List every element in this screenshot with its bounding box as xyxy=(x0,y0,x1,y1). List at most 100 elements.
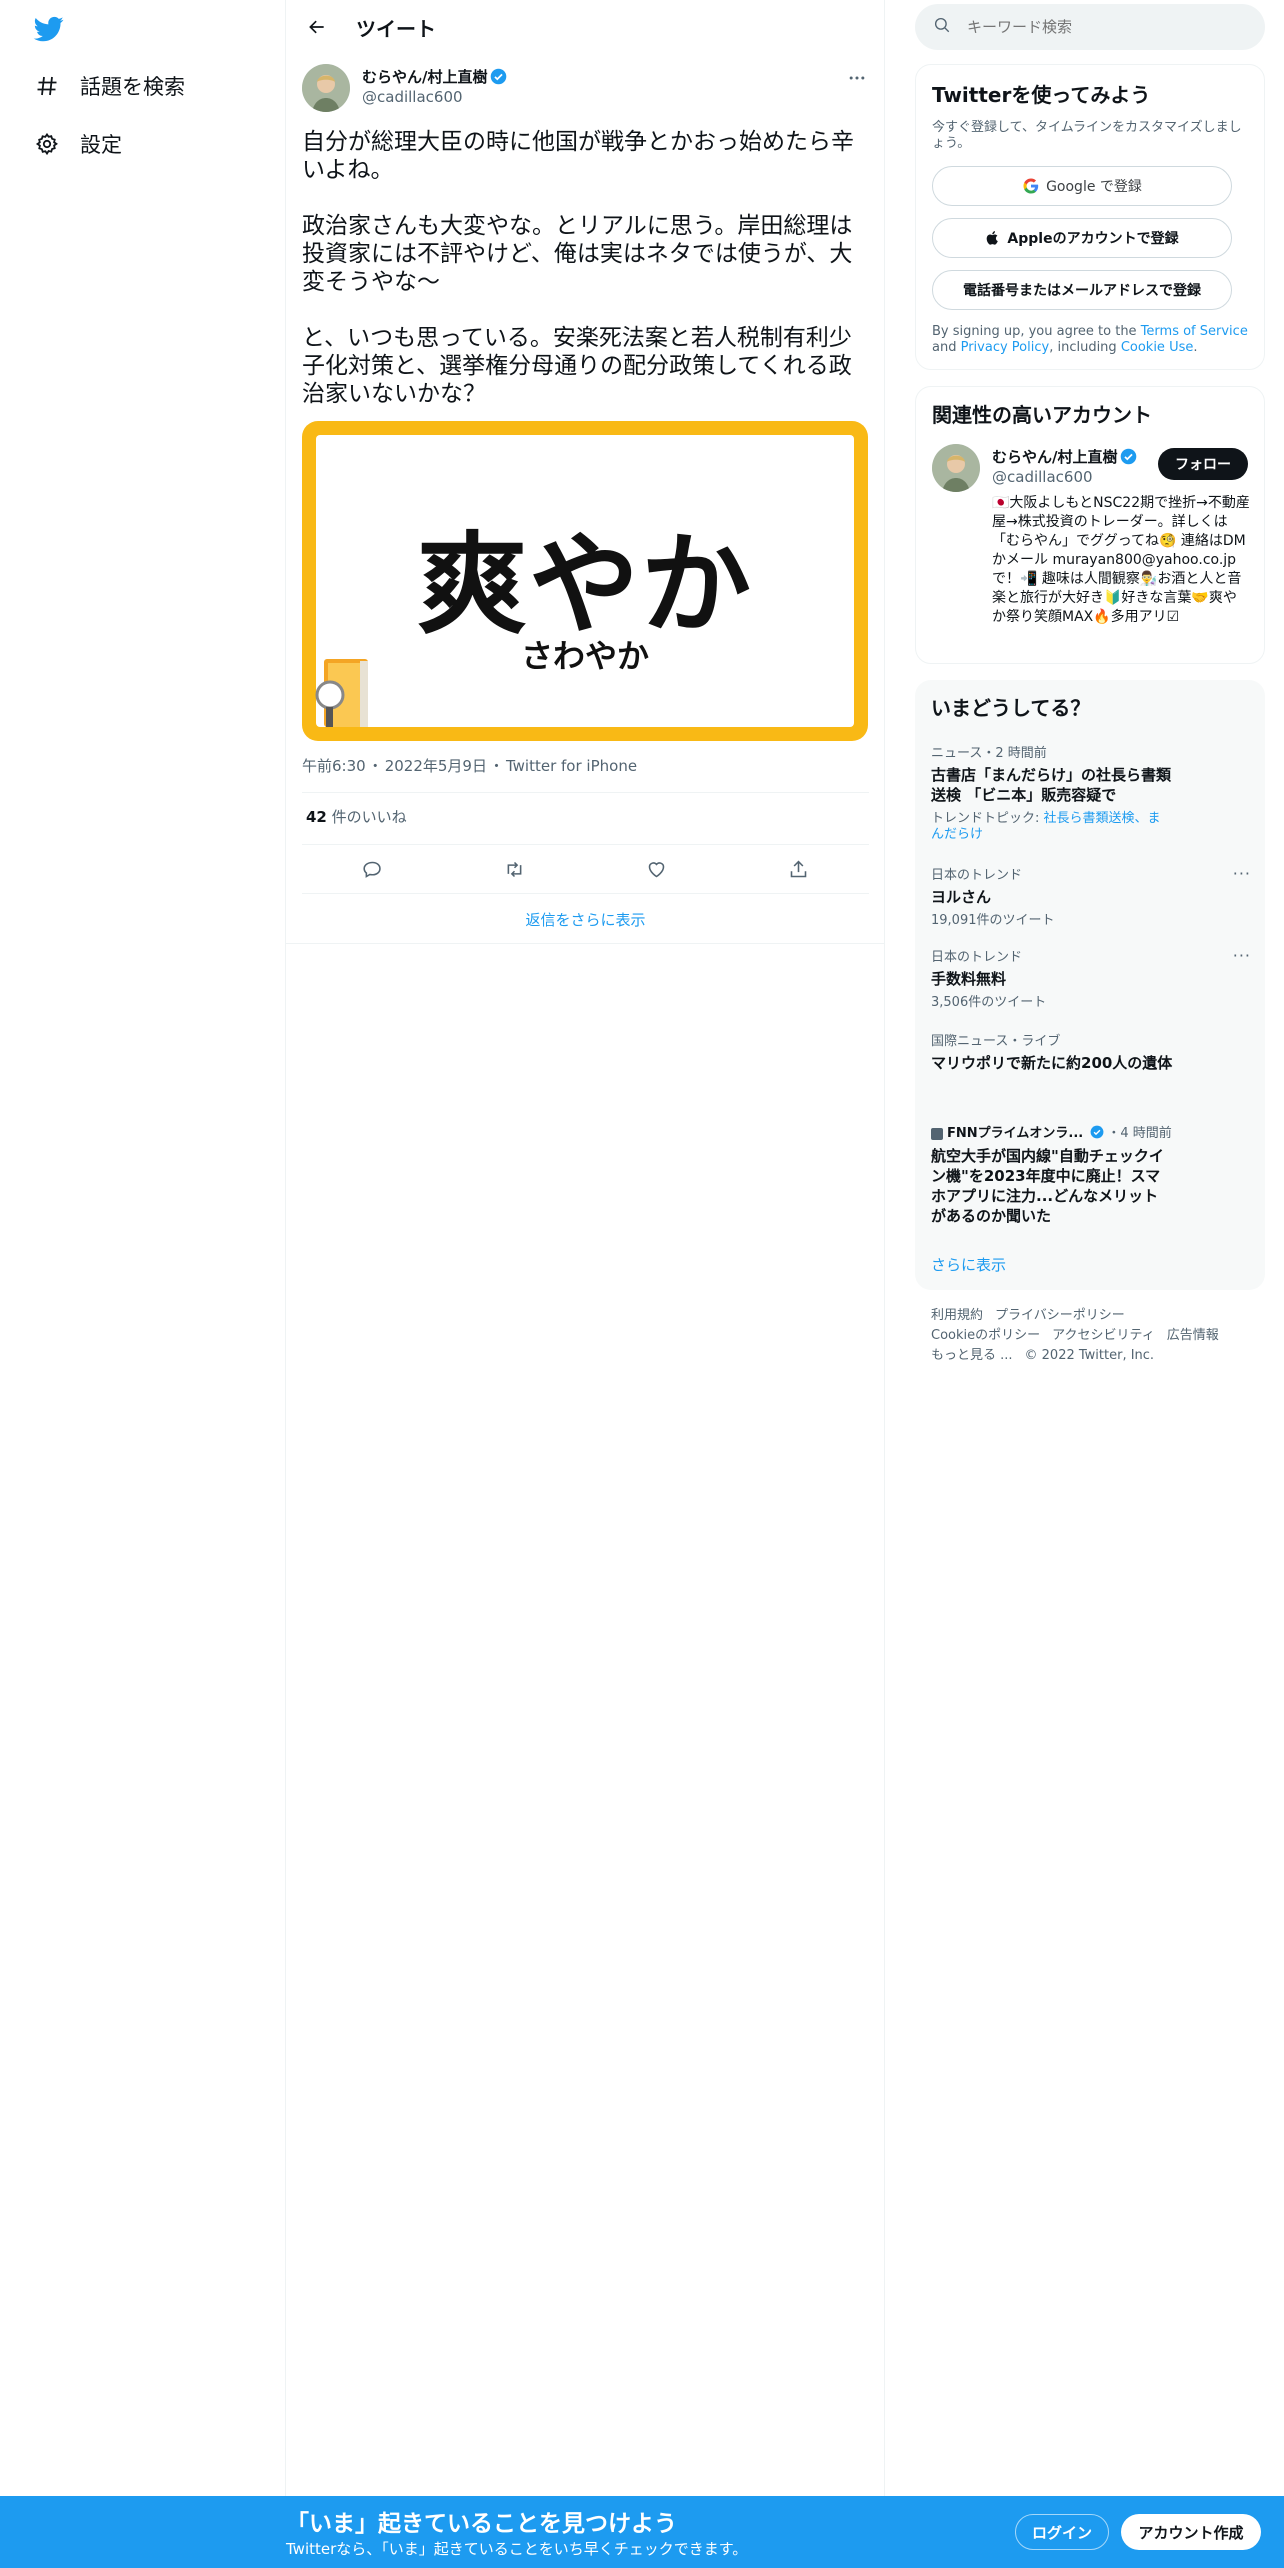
header: ツイート xyxy=(286,0,884,54)
nav-settings-label: 設定 xyxy=(80,133,122,157)
search-icon xyxy=(933,16,951,38)
dictionary-book-icon xyxy=(310,653,376,733)
related-bio: 🇯🇵大阪よしもとNSC22期で挫折→不動産屋→株式投資のトレーダー。詳しくは「む… xyxy=(992,495,1250,625)
tweet-time[interactable]: 午前6:30 xyxy=(302,757,366,775)
footer-link[interactable]: 広告情報 xyxy=(1167,1328,1219,1343)
signup-legal-text: By signing up, you agree to the Terms of… xyxy=(932,324,1248,355)
search-input[interactable] xyxy=(967,18,1247,36)
trend-item[interactable]: 日本のトレンド 手数料無料 3,506件のツイート ··· xyxy=(931,946,1251,1011)
nav-explore-label: 話題を検索 xyxy=(80,75,185,99)
footer-link[interactable]: アクセシビリティ xyxy=(1052,1328,1155,1343)
trends-card: いまどうしてる？ ニュース・2 時間前 古書店「まんだらけ」の社長ら書類送検 「… xyxy=(915,680,1265,1290)
trend-item[interactable]: ニュース・2 時間前 古書店「まんだらけ」の社長ら書類送検 「ビニ本」販売容疑で… xyxy=(931,742,1251,843)
google-signup-button[interactable]: Google で登録 xyxy=(932,166,1232,206)
tweet-actions xyxy=(302,847,869,891)
trend-category: FNNプライムオンラ... ・4 時間前 xyxy=(931,1122,1251,1142)
trend-title: 航空大手が国内線"自動チェックイン機"を2023年度中に廃止！スマホアプリに注力… xyxy=(931,1147,1164,1225)
like-heart-icon[interactable] xyxy=(638,851,674,887)
related-name[interactable]: むらやん/村上直樹 xyxy=(992,446,1137,467)
apple-icon xyxy=(985,230,1001,246)
related-handle[interactable]: @cadillac600 xyxy=(992,468,1093,486)
divider xyxy=(302,844,869,845)
related-account[interactable]: むらやん/村上直樹 @cadillac600 フォロー 🇯🇵大阪よしもとNSC2… xyxy=(932,444,1250,664)
trend-item[interactable]: FNNプライムオンラ... ・4 時間前 航空大手が国内線"自動チェックイン機"… xyxy=(931,1122,1251,1226)
trend-title: 古書店「まんだらけ」の社長ら書類送検 「ビニ本」販売容疑で xyxy=(931,766,1172,804)
more-options-icon[interactable]: ··· xyxy=(1233,946,1251,965)
divider xyxy=(302,792,869,793)
back-arrow-icon[interactable] xyxy=(302,12,332,42)
footer-link[interactable]: 利用規約 xyxy=(931,1308,983,1323)
login-button[interactable]: ログイン xyxy=(1015,2514,1109,2550)
tweet-source[interactable]: Twitter for iPhone xyxy=(506,757,637,775)
show-more-replies-link[interactable]: 返信をさらに表示 xyxy=(286,896,885,944)
trends-title: いまどうしてる？ xyxy=(931,696,1091,720)
author-name[interactable]: むらやん/村上直樹 xyxy=(362,66,507,87)
verified-badge-icon xyxy=(1120,448,1137,465)
search-box[interactable] xyxy=(915,4,1265,50)
trend-category: 国際ニュース・ライブ xyxy=(931,1034,1061,1049)
verified-badge-icon xyxy=(490,68,507,85)
author-name-text: むらやん/村上直樹 xyxy=(362,68,488,86)
trend-category: ニュース・2 時間前 xyxy=(931,746,1047,761)
more-options-icon[interactable]: ··· xyxy=(1233,864,1251,883)
related-accounts-card: 関連性の高いアカウント むらやん/村上直樹 @cadillac600 フォロー … xyxy=(915,386,1265,664)
trend-category: 日本のトレンド xyxy=(931,950,1023,965)
footer-link[interactable]: プライバシーポリシー xyxy=(995,1308,1125,1323)
verified-badge-icon xyxy=(1090,1125,1107,1142)
hashtag-icon xyxy=(34,73,60,99)
retweet-icon[interactable] xyxy=(497,851,533,887)
phone-email-signup-button[interactable]: 電話番号またはメールアドレスで登録 xyxy=(932,270,1232,310)
divider xyxy=(302,893,869,894)
trend-item[interactable]: 日本のトレンド ヨルさん 19,091件のツイート ··· xyxy=(931,864,1251,929)
avatar[interactable] xyxy=(932,444,980,492)
signup-title: Twitterを使ってみよう xyxy=(932,83,1151,107)
footer-link[interactable]: Cookieのポリシー xyxy=(931,1328,1040,1343)
signup-card: Twitterを使ってみよう 今すぐ登録して、タイムラインをカスタマイズしましょ… xyxy=(915,64,1265,370)
tweet-media[interactable]: 爽やか さわやか xyxy=(302,421,868,741)
trend-count: 3,506件のツイート xyxy=(931,995,1047,1010)
avatar[interactable] xyxy=(302,64,350,112)
left-sidebar: 話題を検索 設定 xyxy=(0,0,286,2568)
phone-email-signup-label: 電話番号またはメールアドレスで登録 xyxy=(963,283,1201,299)
tweet-date[interactable]: 2022年5月9日 xyxy=(385,757,487,775)
signup-subtitle: 今すぐ登録して、タイムラインをカスタマイズしましょう。 xyxy=(932,120,1242,151)
news-source-icon xyxy=(931,1127,943,1140)
share-icon[interactable] xyxy=(780,851,816,887)
tweet-author: むらやん/村上直樹 @cadillac600 xyxy=(302,62,869,114)
author-handle[interactable]: @cadillac600 xyxy=(362,88,463,106)
privacy-link[interactable]: Privacy Policy xyxy=(961,340,1050,355)
create-account-button[interactable]: アカウント作成 xyxy=(1121,2514,1261,2550)
apple-signup-button[interactable]: Appleのアカウントで登録 xyxy=(932,218,1232,258)
twitter-logo-icon[interactable] xyxy=(32,14,66,44)
trend-title: 手数料無料 xyxy=(931,970,1007,988)
likes-label: 件のいいね xyxy=(326,808,407,826)
related-name-text: むらやん/村上直樹 xyxy=(992,448,1118,466)
trend-item[interactable]: 国際ニュース・ライブ マリウポリで新たに約200人の遺体 xyxy=(931,1030,1251,1073)
trend-topic: トレンドトピック: 社長ら書類送検、まんだらけ xyxy=(931,811,1161,842)
footer-link[interactable]: もっと見る ... xyxy=(931,1348,1013,1363)
footer-links: 利用規約 プライバシーポリシー Cookieのポリシー アクセシビリティ 広告情報 も… xyxy=(931,1306,1261,1366)
more-options-icon[interactable] xyxy=(845,66,869,90)
show-more-trends-link[interactable]: さらに表示 xyxy=(931,1254,1006,1275)
media-card: 爽やか さわやか xyxy=(315,435,854,727)
likes-number: 42 xyxy=(306,808,327,826)
related-title: 関連性の高いアカウント xyxy=(932,403,1152,427)
reply-icon[interactable] xyxy=(355,851,391,887)
tweet-text: 自分が総理大臣の時に他国が戦争とかおっ始めたら辛いよね。 政治家さんも大変やな。… xyxy=(302,129,854,407)
follow-button[interactable]: フォロー xyxy=(1158,448,1248,480)
copyright: © 2022 Twitter, Inc. xyxy=(1024,1348,1155,1363)
nav-explore[interactable]: 話題を検索 xyxy=(34,66,185,106)
page-title: ツイート xyxy=(356,16,436,41)
apple-signup-label: Appleのアカウントで登録 xyxy=(1007,231,1179,247)
news-source: FNNプライムオンラ... xyxy=(947,1126,1084,1141)
gear-icon xyxy=(34,131,60,157)
cookie-link[interactable]: Cookie Use xyxy=(1121,340,1194,355)
main-column: ツイート むらやん/村上直樹 @cadillac600 自分が総理大臣の時に他国… xyxy=(286,0,885,2568)
google-g-icon xyxy=(1022,177,1040,195)
likes-count[interactable]: 42 件のいいね xyxy=(306,806,407,827)
trend-title: マリウポリで新たに約200人の遺体 xyxy=(931,1054,1173,1072)
tweet-meta: 午前6:30 ・ 2022年5月9日・ Twitter for iPhone xyxy=(302,757,638,775)
trend-category: 日本のトレンド xyxy=(931,868,1023,883)
nav-settings[interactable]: 設定 xyxy=(34,124,122,164)
terms-link[interactable]: Terms of Service xyxy=(1141,324,1248,339)
